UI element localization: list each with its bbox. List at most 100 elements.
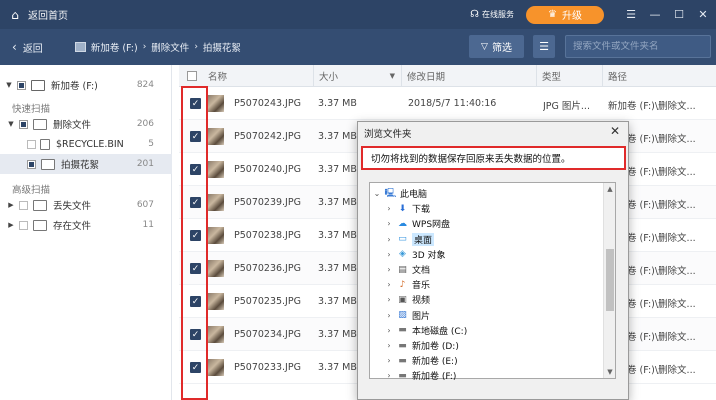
sidebar: ▼ 新加卷 (F:) 824 快速扫描 ▼ 删除文件 206 $RECYCLE.…	[0, 65, 172, 400]
file-size: 3.37 MB	[318, 230, 357, 241]
sidebar-item-drive-f[interactable]: ▼ 新加卷 (F:) 824	[0, 75, 172, 95]
image-thumbnail	[208, 128, 224, 145]
breadcrumb-item[interactable]: 删除文件	[151, 40, 189, 54]
expand-arrow-icon[interactable]: ▶	[6, 201, 16, 209]
folder-tree-item[interactable]: › ▬ 本地磁盘 (C:)	[384, 323, 467, 338]
download-icon: ⬇	[398, 203, 407, 214]
video-icon: ▣	[398, 294, 407, 305]
expand-arrow-icon[interactable]: ▼	[6, 120, 16, 128]
sidebar-item-deleted-files[interactable]: ▼ 删除文件 206	[0, 114, 172, 134]
breadcrumb-item[interactable]: 拍摄花絮	[203, 40, 241, 54]
filter-icon: ▽	[481, 41, 488, 52]
folder-tree-label: 新加卷 (F:)	[412, 372, 457, 383]
column-name[interactable]: 名称	[203, 65, 313, 87]
checkbox-highlight-frame	[181, 86, 208, 400]
expand-arrow-icon[interactable]: ▶	[6, 221, 16, 229]
sidebar-item-behind-the-scenes[interactable]: 拍摄花絮 201	[0, 154, 172, 174]
list-icon: ☰	[539, 40, 549, 53]
filter-button[interactable]: ▽ 筛选	[469, 35, 524, 58]
back-home-link[interactable]: 返回首页	[28, 7, 68, 22]
online-service-link[interactable]: ☊ 在线服务	[470, 9, 514, 20]
chevron-right-icon[interactable]: ›	[384, 219, 394, 228]
checkbox[interactable]	[17, 80, 26, 90]
folder-tree-item[interactable]: › ▣ 视频	[384, 292, 430, 307]
folder-tree-label: 文档	[412, 266, 431, 276]
chevron-right-icon[interactable]: ›	[384, 341, 394, 350]
checkbox[interactable]	[27, 159, 36, 169]
search-input[interactable]	[573, 41, 710, 52]
folder-tree-item[interactable]: › ▬ 新加卷 (F:)	[384, 368, 456, 383]
file-name: P5070239.JPG	[234, 197, 301, 208]
sidebar-item-lost-files[interactable]: ▶ 丢失文件 607	[0, 195, 172, 215]
folder-tree-item[interactable]: › ♪ 音乐	[384, 277, 430, 292]
folder-tree-item[interactable]: › ☁ WPS网盘	[384, 216, 450, 231]
drive-icon	[31, 79, 45, 91]
folder-tree-item[interactable]: › ▤ 文档	[384, 262, 430, 277]
chevron-right-icon[interactable]: ›	[384, 265, 394, 274]
chevron-right-icon: ›	[194, 42, 198, 52]
scroll-up-icon[interactable]: ▲	[604, 183, 616, 195]
chevron-right-icon[interactable]: ›	[384, 280, 394, 289]
folder-tree-item[interactable]: › ▬ 新加卷 (E:)	[384, 353, 457, 368]
file-name: P5070243.JPG	[234, 98, 301, 109]
file-size: 3.37 MB	[318, 296, 357, 307]
computer-icon: 🖳	[384, 188, 397, 199]
upgrade-button[interactable]: ♛ 升级	[526, 5, 604, 24]
chevron-right-icon[interactable]: ›	[384, 311, 394, 320]
file-size: 3.37 MB	[318, 263, 357, 274]
folder-tree-item[interactable]: › ▬ 新加卷 (D:)	[384, 338, 459, 353]
sidebar-item-existing-files[interactable]: ▶ 存在文件 11	[0, 215, 172, 235]
image-thumbnail	[208, 359, 224, 376]
drive-icon: ▬	[398, 340, 407, 351]
folder-tree-item[interactable]: › ▨ 图片	[384, 308, 430, 323]
chevron-right-icon[interactable]: ›	[384, 371, 394, 380]
maximize-icon[interactable]: ☐	[668, 4, 690, 26]
back-button[interactable]: ‹ 返回	[12, 40, 43, 55]
column-modified[interactable]: 修改日期	[401, 65, 536, 87]
folder-tree-item[interactable]: › ⬇ 下载	[384, 201, 430, 216]
scrollbar-thumb[interactable]	[606, 249, 614, 311]
chevron-right-icon[interactable]: ›	[384, 356, 394, 365]
headset-icon: ☊	[470, 9, 479, 20]
view-menu-button[interactable]: ☰	[533, 35, 555, 58]
expand-arrow-icon[interactable]: ▼	[4, 81, 14, 89]
folder-tree-label: 新加卷 (D:)	[412, 342, 459, 352]
chevron-right-icon[interactable]: ›	[384, 204, 394, 213]
checkbox[interactable]	[19, 200, 28, 210]
checkbox[interactable]	[19, 119, 28, 129]
column-path[interactable]: 路径	[602, 65, 716, 87]
close-icon[interactable]: ✕	[692, 4, 714, 26]
advanced-scan-label: 高级扫描	[12, 185, 51, 196]
folder-tree-item[interactable]: ⌄ 🖳 此电脑	[372, 186, 427, 201]
chevron-right-icon: ›	[142, 42, 147, 52]
chevron-right-icon[interactable]: ›	[384, 235, 394, 244]
checkbox[interactable]	[27, 139, 36, 149]
folder-tree-item[interactable]: › ◈ 3D 对象	[384, 247, 445, 262]
list-header: 名称 大小 ▼ 修改日期 类型 路径	[179, 65, 716, 87]
file-name: P5070238.JPG	[234, 230, 301, 241]
crown-icon: ♛	[548, 9, 557, 20]
column-size[interactable]: 大小 ▼	[313, 65, 401, 87]
select-all-checkbox[interactable]	[187, 71, 197, 81]
chevron-down-icon[interactable]: ⌄	[372, 189, 382, 198]
image-thumbnail	[208, 227, 224, 244]
search-box[interactable]	[565, 35, 711, 58]
file-size: 3.37 MB	[318, 131, 357, 142]
home-icon[interactable]: ⌂	[8, 8, 22, 22]
chevron-right-icon[interactable]: ›	[384, 295, 394, 304]
close-icon[interactable]: ✕	[608, 124, 622, 138]
chevron-right-icon[interactable]: ›	[384, 326, 394, 335]
scroll-down-icon[interactable]: ▼	[604, 366, 616, 378]
column-type[interactable]: 类型	[536, 65, 602, 87]
scrollbar[interactable]: ▲ ▼	[603, 183, 615, 378]
table-row[interactable]: ✓ P5070243.JPG 3.37 MB 2018/5/7 11:40:16 JPG…	[179, 87, 716, 120]
folder-tree-item[interactable]: › ▭ 桌面	[384, 232, 435, 247]
chevron-right-icon[interactable]: ›	[384, 250, 394, 259]
minimize-icon[interactable]: —	[644, 4, 666, 26]
checkbox[interactable]	[19, 220, 28, 230]
breadcrumb-item[interactable]: 新加卷 (F:)	[91, 40, 138, 54]
image-thumbnail	[208, 260, 224, 277]
quick-scan-label: 快速扫描	[12, 104, 51, 115]
menu-icon[interactable]: ☰	[620, 4, 642, 26]
sidebar-item-recycle-bin[interactable]: $RECYCLE.BIN 5	[0, 134, 172, 154]
